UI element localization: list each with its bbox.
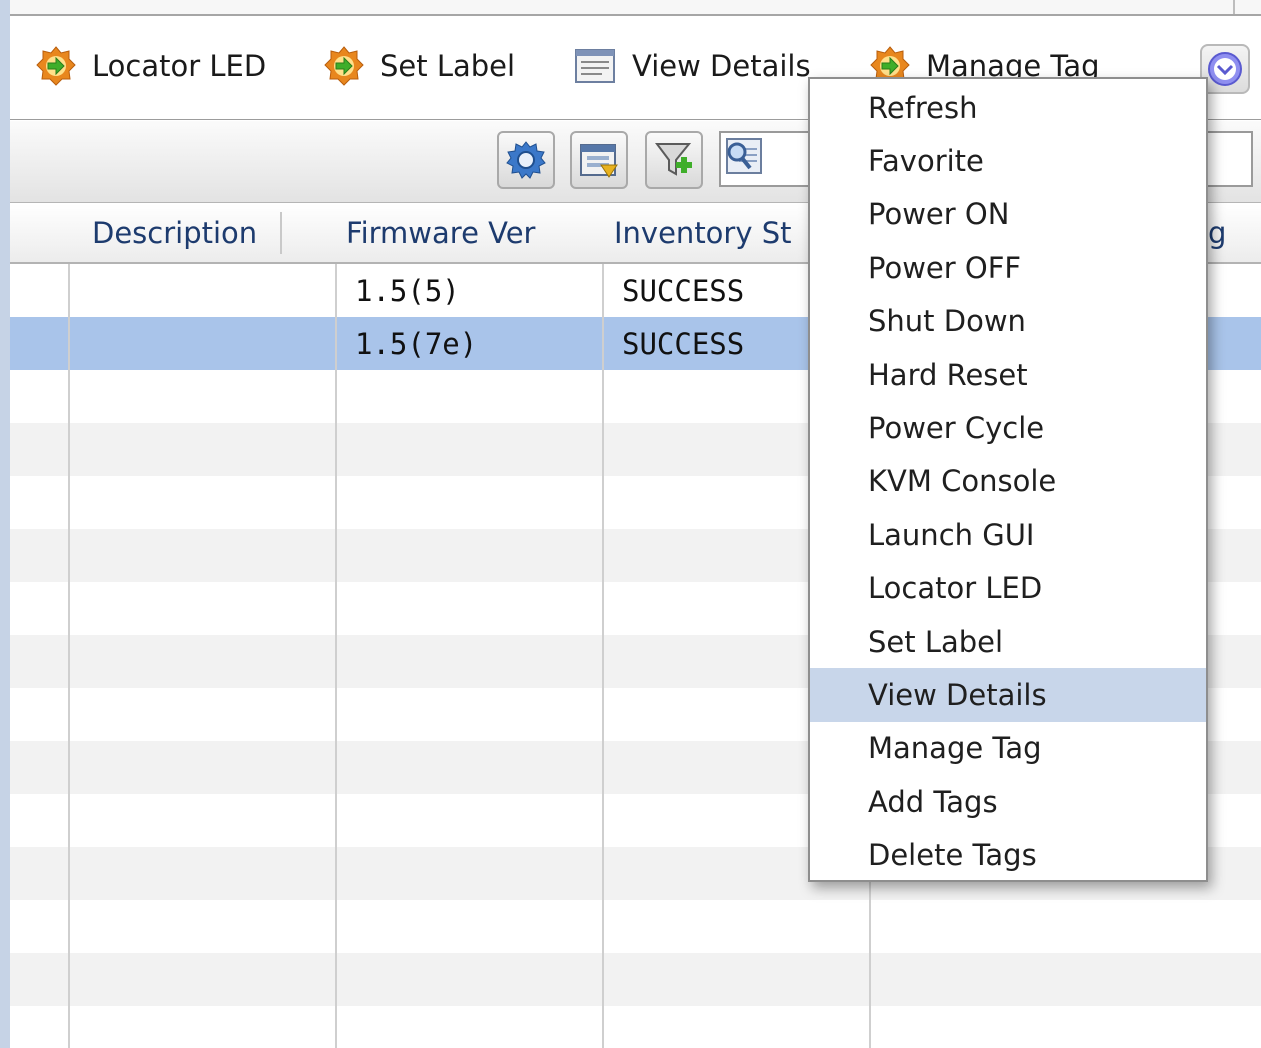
firmware-cell: 1.5(7e) <box>355 326 478 361</box>
inventory-status-cell: SUCCESS <box>622 273 745 308</box>
column-header-label: Inventory St <box>614 216 792 250</box>
chevron-down-circle-icon <box>1208 52 1242 86</box>
menu-item-manage-tag[interactable]: Manage Tag <box>810 722 1206 775</box>
menu-item-shut-down[interactable]: Shut Down <box>810 295 1206 348</box>
menu-item-kvm-console[interactable]: KVM Console <box>810 455 1206 508</box>
add-filter-button[interactable] <box>645 131 703 189</box>
view-details-button[interactable]: View Details <box>572 46 811 86</box>
gear-arrow-icon <box>324 46 364 86</box>
locator-led-label: Locator LED <box>92 49 267 83</box>
menu-item-power-off[interactable]: Power OFF <box>810 241 1206 294</box>
column-resize-handle[interactable] <box>280 212 282 254</box>
view-details-label: View Details <box>632 49 811 83</box>
gear-arrow-icon <box>36 46 76 86</box>
firmware-cell: 1.5(5) <box>355 273 460 308</box>
table-row <box>10 1006 1261 1048</box>
left-rail <box>0 0 10 1048</box>
settings-icon <box>506 141 546 179</box>
menu-item-view-details[interactable]: View Details <box>810 668 1206 722</box>
inventory-status-cell: SUCCESS <box>622 326 745 361</box>
export-button[interactable] <box>570 131 628 189</box>
menu-item-locator-led[interactable]: Locator LED <box>810 562 1206 615</box>
menu-item-set-label[interactable]: Set Label <box>810 615 1206 668</box>
column-divider <box>68 204 70 1048</box>
column-header-inventory-status[interactable]: Inventory St <box>604 204 814 262</box>
menu-item-power-on[interactable]: Power ON <box>810 188 1206 241</box>
export-icon <box>580 144 618 178</box>
column-header-tag[interactable]: g <box>1206 204 1261 262</box>
table-row <box>10 900 1261 953</box>
add-filter-icon <box>655 143 692 176</box>
menu-item-launch-gui[interactable]: Launch GUI <box>810 508 1206 561</box>
details-icon <box>575 49 615 83</box>
column-divider <box>335 204 337 1048</box>
table-row <box>10 953 1261 1006</box>
menu-item-delete-tags[interactable]: Delete Tags <box>810 828 1206 881</box>
set-label-label: Set Label <box>380 49 516 83</box>
column-header-label: Description <box>92 216 258 250</box>
column-header-description[interactable]: Description <box>70 204 282 262</box>
context-menu: Refresh Favorite Power ON Power OFF Shut… <box>808 77 1208 882</box>
column-header-label: Firmware Ver <box>346 216 536 250</box>
top-strip <box>10 0 1261 16</box>
column-header-label: g <box>1208 216 1227 250</box>
strip-divider <box>1233 0 1235 14</box>
menu-item-add-tags[interactable]: Add Tags <box>810 775 1206 828</box>
column-divider <box>602 204 604 1048</box>
menu-item-favorite[interactable]: Favorite <box>810 134 1206 187</box>
settings-button[interactable] <box>497 131 555 189</box>
menu-item-hard-reset[interactable]: Hard Reset <box>810 348 1206 401</box>
column-header-firmware[interactable]: Firmware Ver <box>336 204 550 262</box>
search-icon <box>726 138 762 174</box>
locator-led-button[interactable]: Locator LED <box>36 46 266 86</box>
menu-item-power-cycle[interactable]: Power Cycle <box>810 401 1206 454</box>
set-label-button[interactable]: Set Label <box>324 46 515 86</box>
menu-item-refresh[interactable]: Refresh <box>810 81 1206 134</box>
